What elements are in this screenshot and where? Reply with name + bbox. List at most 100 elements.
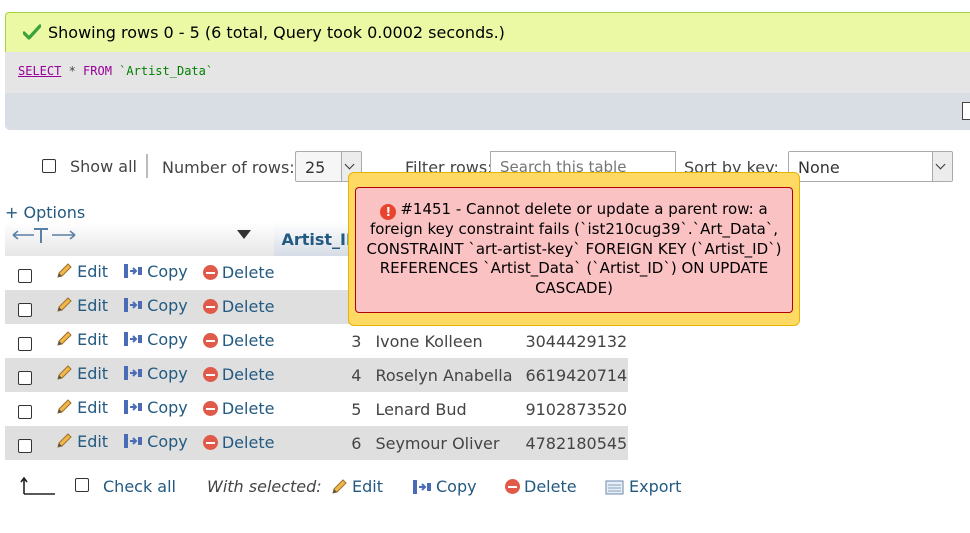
- error-popup[interactable]: ! #1451 - Cannot delete or update a paren…: [348, 172, 800, 326]
- row-actions: Edit Copy Delete: [5, 290, 274, 324]
- pencil-icon: [57, 297, 72, 312]
- row-checkbox[interactable]: [18, 336, 32, 351]
- delete-label: Delete: [221, 263, 275, 283]
- pencil-icon: [57, 331, 72, 346]
- check-all-label[interactable]: Check all: [103, 477, 176, 496]
- cell-artist-phone[interactable]: 3044429132: [525, 332, 627, 351]
- show-all-checkbox[interactable]: [42, 159, 56, 173]
- cell-name-phone: Ivone Kolleen 3044429132: [365, 324, 628, 358]
- cell-artist-phone[interactable]: 4782180545: [525, 434, 627, 453]
- cell-name-phone: Roselyn Anabella 6619420714: [365, 358, 628, 392]
- sql-keyword-select[interactable]: SELECT: [18, 64, 61, 78]
- cell-artist-name[interactable]: Seymour Oliver: [365, 434, 525, 453]
- row-actions: Edit Copy Delete: [5, 392, 274, 426]
- edit-label: Edit: [77, 261, 109, 281]
- bulk-copy-button[interactable]: Copy: [412, 477, 477, 496]
- row-checkbox[interactable]: [18, 302, 32, 317]
- bulk-delete-label: Delete: [524, 477, 577, 496]
- cell-artist-phone[interactable]: 6619420714: [525, 366, 627, 385]
- cell-artist-phone[interactable]: 9102873520: [525, 400, 627, 419]
- delete-label: Delete: [221, 433, 275, 453]
- bulk-copy-label: Copy: [436, 477, 477, 496]
- delete-icon: [202, 299, 218, 315]
- table-row: Edit Copy Delete 6 Seymour Oliver 4782180…: [5, 426, 629, 460]
- delete-action[interactable]: Delete: [202, 297, 274, 316]
- delete-label: Delete: [221, 331, 275, 351]
- delete-icon: [202, 265, 218, 281]
- edit-label: Edit: [77, 431, 109, 451]
- show-all-label[interactable]: Show all: [70, 157, 137, 176]
- row-checkbox[interactable]: [18, 268, 32, 283]
- copy-label: Copy: [147, 329, 188, 349]
- sort-by-key-select[interactable]: None: [788, 151, 953, 182]
- copy-action[interactable]: Copy: [123, 296, 188, 315]
- error-message: ! #1451 - Cannot delete or update a paren…: [355, 187, 793, 313]
- copy-action[interactable]: Copy: [123, 330, 188, 349]
- copy-icon: [124, 434, 143, 449]
- options-link[interactable]: + Options: [5, 203, 85, 222]
- edit-action[interactable]: Edit: [55, 398, 108, 417]
- success-text: Showing rows 0 - 5 (6 total, Query took …: [48, 23, 505, 42]
- profiling-checkbox[interactable]: [962, 102, 970, 120]
- check-all-checkbox[interactable]: [75, 478, 89, 492]
- pencil-icon: [57, 263, 72, 278]
- edit-action[interactable]: Edit: [55, 330, 108, 349]
- cell-artist-id[interactable]: 3: [274, 324, 365, 358]
- sort-down-icon[interactable]: [237, 230, 251, 240]
- divider: [146, 154, 148, 178]
- delete-action[interactable]: Delete: [202, 433, 275, 453]
- bulk-export-label: Export: [629, 477, 682, 496]
- check-icon: [23, 24, 41, 40]
- bulk-edit-button[interactable]: Edit: [330, 477, 383, 496]
- copy-action[interactable]: Copy: [123, 398, 188, 417]
- edit-label: Edit: [77, 397, 109, 417]
- cell-artist-name[interactable]: Ivone Kolleen: [365, 332, 525, 351]
- copy-label: Copy: [147, 431, 188, 451]
- cell-name-phone: Lenard Bud 9102873520: [365, 392, 628, 426]
- cell-artist-id[interactable]: 4: [274, 358, 365, 392]
- arrow-up-left-icon: [20, 476, 55, 495]
- delete-action[interactable]: Delete: [202, 365, 274, 384]
- cell-artist-id[interactable]: 5: [274, 392, 365, 426]
- cell-artist-name[interactable]: Roselyn Anabella: [365, 366, 525, 385]
- row-actions: Edit Copy Delete: [5, 426, 274, 460]
- pencil-icon: [57, 365, 72, 380]
- copy-icon: [413, 479, 431, 494]
- sql-code[interactable]: SELECT * FROM `Artist_Data`: [18, 64, 213, 78]
- copy-icon: [124, 400, 143, 415]
- sort-by-key-value: None: [798, 158, 840, 177]
- table-row: Edit Copy Delete 5 Lenard Bud 9102873520: [5, 392, 629, 426]
- copy-action[interactable]: Copy: [123, 432, 188, 451]
- error-text: #1451 - Cannot delete or update a parent…: [366, 200, 782, 297]
- sql-table-name: `Artist_Data`: [111, 64, 214, 78]
- bulk-delete-button[interactable]: Delete: [505, 477, 577, 496]
- edit-action[interactable]: Edit: [55, 296, 108, 315]
- row-actions: Edit Copy Delete: [5, 358, 274, 392]
- copy-label: Copy: [147, 363, 188, 383]
- header-controls: [5, 222, 274, 256]
- delete-icon: [202, 401, 218, 417]
- sql-query-box: SELECT * FROM `Artist_Data`: [5, 52, 970, 130]
- pencil-icon: [57, 399, 72, 414]
- delete-action[interactable]: Delete: [202, 331, 275, 351]
- copy-action[interactable]: Copy: [123, 262, 188, 281]
- column-arrows-icon[interactable]: [12, 226, 76, 244]
- bulk-export-button[interactable]: Export: [605, 477, 681, 496]
- cell-artist-id[interactable]: 6: [274, 426, 365, 460]
- copy-label: Copy: [147, 261, 188, 281]
- delete-icon: [505, 479, 520, 494]
- delete-action[interactable]: Delete: [202, 399, 274, 418]
- edit-action[interactable]: Edit: [55, 432, 108, 451]
- edit-action[interactable]: Edit: [55, 364, 108, 383]
- row-checkbox[interactable]: [18, 438, 32, 453]
- edit-action[interactable]: Edit: [55, 262, 108, 281]
- number-of-rows-label: Number of rows:: [162, 158, 295, 177]
- copy-action[interactable]: Copy: [123, 364, 188, 383]
- cell-artist-name[interactable]: Lenard Bud: [365, 400, 525, 419]
- row-checkbox[interactable]: [18, 404, 32, 419]
- table-row: Edit Copy Delete 3 Ivone Kolleen 30444291…: [5, 324, 629, 358]
- delete-icon: [202, 367, 218, 383]
- copy-icon: [124, 298, 143, 313]
- row-checkbox[interactable]: [18, 370, 32, 385]
- delete-action[interactable]: Delete: [202, 263, 275, 283]
